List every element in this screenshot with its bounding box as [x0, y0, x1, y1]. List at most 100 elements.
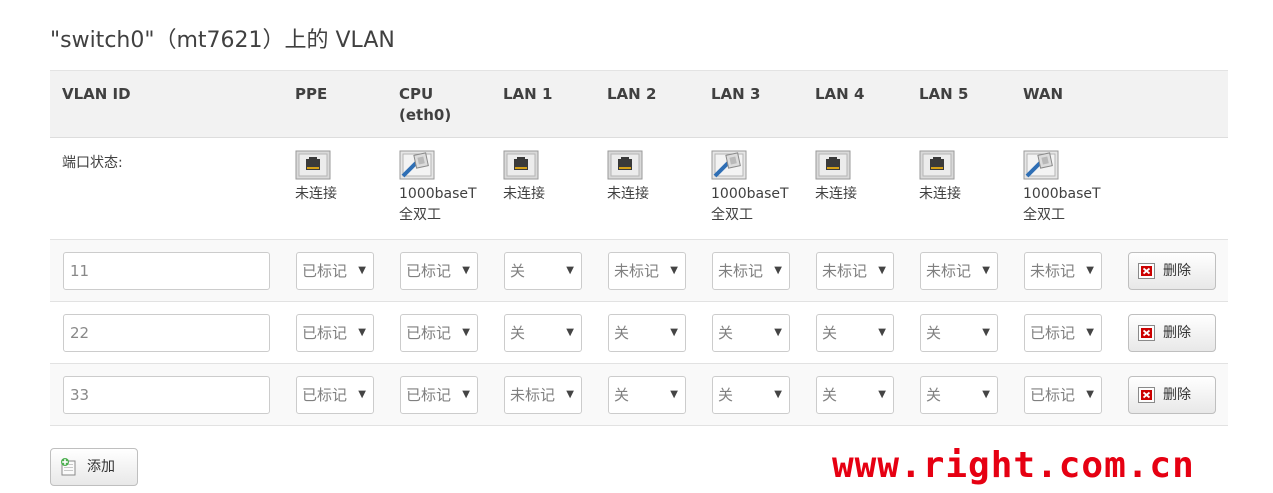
port-mode-select-ppe[interactable]: 已标记 ▼ [296, 314, 374, 352]
add-icon [61, 458, 76, 476]
vlan-row: 33 已标记 ▼ 已标记 ▼ 未标记 ▼ 关 ▼ 关 ▼ 关 ▼ 关 ▼ 已标记 ▼ 删除 [50, 364, 1228, 426]
select-value: 关 [614, 386, 630, 404]
port-mode-select-lan-2[interactable]: 未标记 ▼ [608, 252, 686, 290]
port-mode-select-lan-3[interactable]: 未标记 ▼ [712, 252, 790, 290]
port-mode-select-lan-3[interactable]: 关 ▼ [712, 376, 790, 414]
watermark-logo: www.right.com.cn [832, 445, 1195, 486]
port-mode-select-wan[interactable]: 已标记 ▼ [1024, 314, 1102, 352]
port-mode-select-ppe[interactable]: 已标记 ▼ [296, 376, 374, 414]
port-mode-select-wan[interactable]: 未标记 ▼ [1024, 252, 1102, 290]
dropdown-caret-icon: ▼ [1086, 327, 1094, 338]
port-disconnected-icon [295, 150, 331, 180]
select-value: 关 [822, 386, 838, 404]
column-header-lan-4: LAN 4 [815, 85, 865, 103]
select-value: 已标记 [406, 262, 452, 280]
port-connected-icon [711, 150, 747, 180]
dropdown-caret-icon: ▼ [358, 389, 366, 400]
dropdown-caret-icon: ▼ [982, 389, 990, 400]
vlan-id-input[interactable]: 33 [63, 376, 270, 414]
dropdown-caret-icon: ▼ [982, 265, 990, 276]
dropdown-caret-icon: ▼ [1086, 265, 1094, 276]
dropdown-caret-icon: ▼ [566, 265, 574, 276]
delete-icon [1138, 263, 1155, 279]
dropdown-caret-icon: ▼ [670, 327, 678, 338]
select-value: 未标记 [926, 262, 972, 280]
column-header-lan-2: LAN 2 [607, 85, 657, 103]
port-mode-select-cpu-eth0[interactable]: 已标记 ▼ [400, 314, 478, 352]
port-status-lan-3: 1000baseT 全双工 [711, 150, 811, 226]
port-mode-select-lan-1[interactable]: 关 ▼ [504, 252, 582, 290]
vlan-id-input[interactable]: 22 [63, 314, 270, 352]
port-status-lan-5: 未连接 [919, 150, 1019, 205]
port-mode-select-lan-1[interactable]: 未标记 ▼ [504, 376, 582, 414]
select-value: 关 [510, 262, 526, 280]
select-value: 已标记 [302, 324, 348, 342]
select-value: 未标记 [718, 262, 764, 280]
port-status-text: 未连接 [503, 186, 545, 202]
port-disconnected-icon [815, 150, 851, 180]
delete-button-label: 删除 [1163, 325, 1191, 341]
port-disconnected-icon [503, 150, 539, 180]
port-mode-select-lan-1[interactable]: 关 ▼ [504, 314, 582, 352]
port-mode-select-ppe[interactable]: 已标记 ▼ [296, 252, 374, 290]
delete-icon [1138, 325, 1155, 341]
port-status-lan-4: 未连接 [815, 150, 915, 205]
vlan-row: 11 已标记 ▼ 已标记 ▼ 关 ▼ 未标记 ▼ 未标记 ▼ 未标记 ▼ 未标记 ▼ 未标记 ▼ 删除 [50, 240, 1228, 302]
column-header-lan-1: LAN 1 [503, 85, 553, 103]
dropdown-caret-icon: ▼ [774, 327, 782, 338]
port-mode-select-lan-5[interactable]: 关 ▼ [920, 314, 998, 352]
port-status-row: 端口状态: 未连接 1000baseT 全双工 未连接 未连接 1000baseT 全双工 未… [50, 138, 1228, 240]
dropdown-caret-icon: ▼ [878, 265, 886, 276]
port-mode-select-lan-4[interactable]: 关 ▼ [816, 376, 894, 414]
column-header-cpu-eth0: CPU (eth0) [399, 85, 452, 124]
port-mode-select-lan-4[interactable]: 未标记 ▼ [816, 252, 894, 290]
port-mode-select-lan-2[interactable]: 关 ▼ [608, 376, 686, 414]
port-disconnected-icon [919, 150, 955, 180]
select-value: 关 [718, 324, 734, 342]
port-disconnected-icon [607, 150, 643, 180]
port-mode-select-cpu-eth0[interactable]: 已标记 ▼ [400, 252, 478, 290]
delete-button[interactable]: 删除 [1128, 252, 1216, 290]
port-mode-select-wan[interactable]: 已标记 ▼ [1024, 376, 1102, 414]
vlan-id-input[interactable]: 11 [63, 252, 270, 290]
port-mode-select-cpu-eth0[interactable]: 已标记 ▼ [400, 376, 478, 414]
table-header: VLAN ID PPE CPU (eth0) LAN 1 LAN 2 LAN 3 LAN 4 L… [50, 70, 1228, 138]
delete-button-label: 删除 [1163, 263, 1191, 279]
port-status-text: 1000baseT 全双工 [1023, 186, 1101, 223]
port-mode-select-lan-5[interactable]: 关 ▼ [920, 376, 998, 414]
delete-button[interactable]: 删除 [1128, 376, 1216, 414]
add-button-label: 添加 [87, 459, 115, 475]
port-status-lan-2: 未连接 [607, 150, 707, 205]
dropdown-caret-icon: ▼ [670, 389, 678, 400]
vlan-row: 22 已标记 ▼ 已标记 ▼ 关 ▼ 关 ▼ 关 ▼ 关 ▼ 关 ▼ 已标记 ▼ 删除 [50, 302, 1228, 364]
port-mode-select-lan-3[interactable]: 关 ▼ [712, 314, 790, 352]
port-status-text: 1000baseT 全双工 [399, 186, 477, 223]
delete-button[interactable]: 删除 [1128, 314, 1216, 352]
delete-button-label: 删除 [1163, 387, 1191, 403]
dropdown-caret-icon: ▼ [774, 389, 782, 400]
select-value: 关 [614, 324, 630, 342]
dropdown-caret-icon: ▼ [358, 265, 366, 276]
dropdown-caret-icon: ▼ [878, 327, 886, 338]
vlan-table: VLAN ID PPE CPU (eth0) LAN 1 LAN 2 LAN 3 LAN 4 L… [50, 70, 1228, 426]
port-mode-select-lan-2[interactable]: 关 ▼ [608, 314, 686, 352]
dropdown-caret-icon: ▼ [1086, 389, 1094, 400]
port-mode-select-lan-5[interactable]: 未标记 ▼ [920, 252, 998, 290]
add-button[interactable]: 添加 [50, 448, 138, 486]
port-status-text: 未连接 [607, 186, 649, 202]
column-header-vlan-id: VLAN ID [62, 85, 131, 103]
select-value: 已标记 [1030, 386, 1076, 404]
port-mode-select-lan-4[interactable]: 关 ▼ [816, 314, 894, 352]
dropdown-caret-icon: ▼ [358, 327, 366, 338]
dropdown-caret-icon: ▼ [462, 389, 470, 400]
dropdown-caret-icon: ▼ [566, 327, 574, 338]
page-title: "switch0"（mt7621）上的 VLAN [50, 28, 395, 53]
select-value: 关 [510, 324, 526, 342]
select-value: 关 [718, 386, 734, 404]
port-status-cpu-eth0: 1000baseT 全双工 [399, 150, 499, 226]
select-value: 已标记 [406, 386, 452, 404]
dropdown-caret-icon: ▼ [982, 327, 990, 338]
select-value: 关 [822, 324, 838, 342]
port-status-text: 未连接 [295, 186, 337, 202]
select-value: 已标记 [302, 262, 348, 280]
